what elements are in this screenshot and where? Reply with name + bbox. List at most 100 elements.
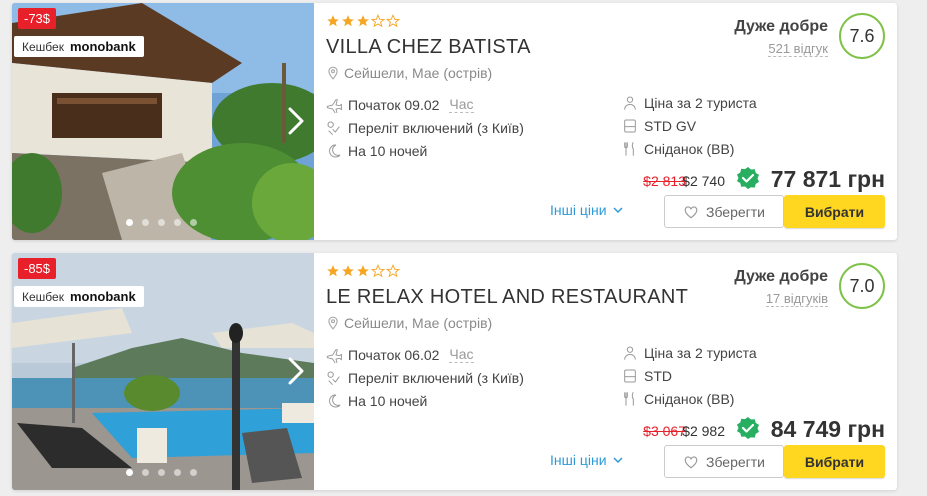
star-empty-icon bbox=[386, 264, 400, 278]
rating-label: Дуже добре bbox=[734, 268, 828, 285]
location-pin-icon bbox=[328, 66, 338, 80]
flight-row: Переліт включений (з Київ) bbox=[326, 116, 524, 139]
star-filled-icon bbox=[327, 265, 339, 277]
nights-info: На 10 ночей bbox=[348, 142, 428, 159]
hotel-card[interactable]: -85$ Кешбек monobank LE RELAX HOTEL AND … bbox=[12, 253, 897, 490]
photo-dot[interactable] bbox=[190, 469, 197, 476]
other-prices-link[interactable]: Інші ціни bbox=[550, 202, 623, 218]
verified-check-icon bbox=[737, 167, 759, 189]
photo-dot[interactable] bbox=[190, 219, 197, 226]
room-icon bbox=[624, 119, 636, 132]
photo-dots bbox=[126, 219, 197, 226]
nights-row: На 10 ночей bbox=[326, 139, 524, 162]
reviews-link[interactable]: 17 відгуків bbox=[765, 291, 828, 307]
start-date: Початок 06.02 bbox=[348, 346, 440, 363]
star-empty-icon bbox=[386, 14, 400, 28]
room-details: Ціна за 2 туриста STD GV Сніданок (BB) bbox=[622, 91, 757, 160]
photo-dot[interactable] bbox=[142, 469, 149, 476]
photo-dot[interactable] bbox=[174, 469, 181, 476]
old-price: $2 813 bbox=[643, 173, 686, 189]
save-button-label: Зберегти bbox=[705, 453, 765, 470]
cashback-brand: monobank bbox=[69, 289, 136, 304]
meal-row: Сніданок (BB) bbox=[622, 137, 757, 160]
hotel-name[interactable]: LE RELAX HOTEL AND RESTAURANT bbox=[326, 286, 688, 309]
photo-dot[interactable] bbox=[142, 219, 149, 226]
flight-row: Переліт включений (з Київ) bbox=[326, 366, 524, 389]
other-prices-label: Інші ціни bbox=[550, 452, 607, 468]
verified-check-icon bbox=[737, 417, 759, 439]
room-icon bbox=[624, 369, 636, 382]
room-row: STD bbox=[622, 364, 757, 387]
meal-row: Сніданок (BB) bbox=[622, 387, 757, 410]
location-text: Сейшели, Мае (острів) bbox=[344, 315, 493, 331]
flight-info: Переліт включений (з Київ) bbox=[348, 369, 524, 386]
meal-type: Сніданок (BB) bbox=[644, 140, 735, 157]
photo-dot[interactable] bbox=[126, 219, 133, 226]
chevron-right-icon[interactable] bbox=[284, 353, 308, 389]
start-row: Початок 09.02 Час bbox=[326, 93, 524, 116]
chevron-right-icon[interactable] bbox=[284, 103, 308, 139]
cashback-badge: Кешбек monobank bbox=[14, 36, 144, 57]
room-row: STD GV bbox=[622, 114, 757, 137]
photo-dot[interactable] bbox=[174, 219, 181, 226]
moon-icon bbox=[329, 143, 341, 157]
hotel-location: Сейшели, Мае (острів) bbox=[326, 315, 492, 331]
cashback-label: Кешбек bbox=[22, 289, 64, 304]
room-type: STD bbox=[644, 367, 672, 384]
star-filled-icon bbox=[342, 265, 354, 277]
trip-details: Початок 06.02 Час Переліт включений (з К… bbox=[326, 343, 524, 412]
price-for-text: Ціна за 2 туриста bbox=[644, 344, 757, 361]
hotel-photo[interactable]: -73$ Кешбек monobank bbox=[12, 3, 314, 240]
flight-info: Переліт включений (з Київ) bbox=[348, 119, 524, 136]
start-date: Початок 09.02 bbox=[348, 96, 440, 113]
plane-icon bbox=[326, 98, 342, 113]
reviews-link[interactable]: 521 відгук bbox=[768, 41, 828, 57]
photo-dots bbox=[126, 469, 197, 476]
heart-icon bbox=[684, 205, 698, 218]
star-filled-icon bbox=[357, 15, 369, 27]
room-type: STD GV bbox=[644, 117, 697, 134]
hotel-location: Сейшели, Мае (острів) bbox=[326, 65, 492, 81]
time-link[interactable]: Час bbox=[449, 96, 474, 113]
save-button[interactable]: Зберегти bbox=[664, 195, 784, 228]
select-button[interactable]: Вибрати bbox=[784, 195, 885, 228]
location-pin-icon bbox=[328, 316, 338, 330]
star-filled-icon bbox=[342, 15, 354, 27]
rating-score: 7.6 bbox=[839, 13, 885, 59]
hotel-info: LE RELAX HOTEL AND RESTAURANT Сейшели, М… bbox=[326, 253, 897, 490]
moon-icon bbox=[329, 393, 341, 407]
usd-price: $2 740 bbox=[682, 173, 725, 189]
star-rating bbox=[326, 264, 400, 278]
uah-price: 77 871 грн bbox=[770, 166, 885, 192]
discount-badge: -73$ bbox=[18, 8, 57, 29]
save-button[interactable]: Зберегти bbox=[664, 445, 784, 478]
cashback-label: Кешбек bbox=[22, 39, 64, 54]
cutlery-icon bbox=[624, 391, 634, 406]
price-for-text: Ціна за 2 туриста bbox=[644, 94, 757, 111]
flight-icon bbox=[327, 121, 340, 135]
hotel-name[interactable]: VILLA CHEZ BATISTA bbox=[326, 36, 531, 59]
room-details: Ціна за 2 туриста STD Сніданок (BB) bbox=[622, 341, 757, 410]
price-for-row: Ціна за 2 туриста bbox=[622, 91, 757, 114]
other-prices-link[interactable]: Інші ціни bbox=[550, 452, 623, 468]
usd-price: $2 982 bbox=[682, 423, 725, 439]
hotel-card[interactable]: -73$ Кешбек monobank VILLA CHEZ BATISTA … bbox=[12, 3, 897, 240]
photo-dot[interactable] bbox=[126, 469, 133, 476]
star-filled-icon bbox=[327, 15, 339, 27]
uah-price: 84 749 грн bbox=[770, 416, 885, 442]
trip-details: Початок 09.02 Час Переліт включений (з К… bbox=[326, 93, 524, 162]
hotel-photo[interactable]: -85$ Кешбек monobank bbox=[12, 253, 314, 490]
hotel-info: VILLA CHEZ BATISTA Сейшели, Мае (острів)… bbox=[326, 3, 897, 240]
nights-info: На 10 ночей bbox=[348, 392, 428, 409]
photo-dot[interactable] bbox=[158, 469, 165, 476]
photo-dot[interactable] bbox=[158, 219, 165, 226]
select-button[interactable]: Вибрати bbox=[784, 445, 885, 478]
meal-type: Сніданок (BB) bbox=[644, 390, 735, 407]
star-filled-icon bbox=[357, 265, 369, 277]
plane-icon bbox=[326, 348, 342, 363]
discount-badge: -85$ bbox=[18, 258, 57, 279]
cashback-brand: monobank bbox=[69, 39, 136, 54]
star-empty-icon bbox=[371, 264, 385, 278]
time-link[interactable]: Час bbox=[449, 346, 474, 363]
star-empty-icon bbox=[371, 14, 385, 28]
